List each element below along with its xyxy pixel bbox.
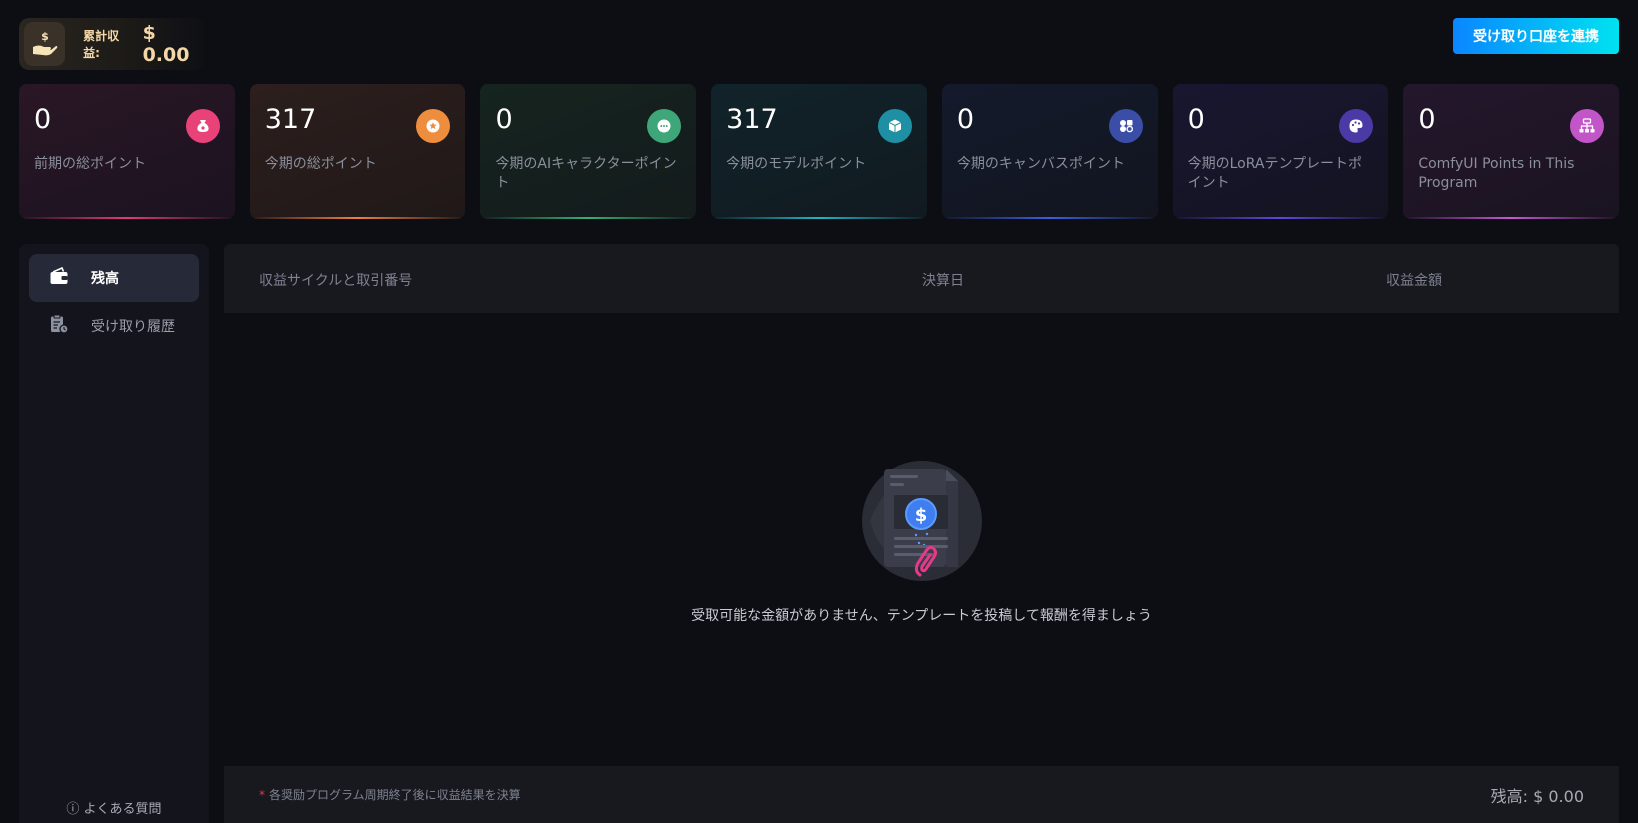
- stat-label: ComfyUI Points in This Program: [1418, 156, 1575, 191]
- stats-row: 0 前期の総ポイント 317 今期の総ポイント 0 今期のAIキャラクターポイン…: [19, 84, 1620, 219]
- column-header-settlement-date: 決算日: [922, 273, 964, 289]
- sidebar-item-balance[interactable]: 残高: [29, 254, 199, 302]
- column-header-amount: 収益金額: [1386, 273, 1442, 289]
- svg-text:$: $: [914, 505, 927, 526]
- top-bar: $ 累計収益: $ 0.00 受け取り口座を連携: [19, 18, 1619, 70]
- stat-card-previous-total: 0 前期の総ポイント: [19, 84, 235, 219]
- stat-card-comfyui: 0 ComfyUI Points in This Program: [1403, 84, 1620, 219]
- settlement-note-text: 各奨励プログラム周期終了後に収益結果を決算: [269, 788, 521, 802]
- earnings-value: $ 0.00: [142, 22, 190, 66]
- star-badge-icon: [416, 109, 451, 143]
- required-star: *: [259, 788, 265, 802]
- palette-icon: [1339, 109, 1374, 143]
- stat-label: 今期のモデルポイント: [726, 156, 867, 172]
- hierarchy-icon: [1570, 109, 1605, 143]
- column-header-cycle: 収益サイクルと取引番号: [259, 273, 413, 289]
- stat-card-lora-template: 0 今期のLoRAテンプレートポイント: [1172, 84, 1389, 219]
- stat-label: 今期のLoRAテンプレートポイント: [1187, 156, 1363, 191]
- stat-label: 今期のキャンバスポイント: [956, 156, 1125, 172]
- empty-state: $ 受取可能な金額がありません、テンプレートを投稿して報酬を得ましょう: [224, 459, 1619, 625]
- total-earnings-pill: $ 累計収益: $ 0.00: [19, 18, 205, 70]
- shapes-icon: [1108, 109, 1143, 143]
- stat-card-canvas: 0 今期のキャンバスポイント: [941, 84, 1158, 219]
- balance-value: 残高: $ 0.00: [1490, 786, 1584, 806]
- sidebar: 残高 受け取り履歴 ⓘ よくある質問: [19, 244, 209, 823]
- table-footer: * 各奨励プログラム周期終了後に収益結果を決算 残高: $ 0.00: [224, 766, 1619, 823]
- history-clipboard-icon: [49, 314, 69, 338]
- money-bag-icon: [185, 109, 220, 143]
- link-account-button[interactable]: 受け取り口座を連携: [1453, 18, 1619, 54]
- sidebar-item-history[interactable]: 受け取り履歴: [29, 302, 199, 350]
- stat-label: 今期の総ポイント: [264, 156, 377, 172]
- empty-message: 受取可能な金額がありません、テンプレートを投稿して報酬を得ましょう: [691, 608, 1152, 624]
- sidebar-item-label: 残高: [91, 271, 119, 287]
- wallet-icon: [49, 266, 69, 289]
- settlement-note: * 各奨励プログラム周期終了後に収益結果を決算: [259, 786, 521, 803]
- main-panel: 収益サイクルと取引番号 決算日 収益金額 $ 受取可能な金額がありません、テンプ…: [224, 244, 1619, 823]
- table-header: 収益サイクルと取引番号 決算日 収益金額: [224, 244, 1619, 313]
- stat-card-model: 317 今期のモデルポイント: [711, 84, 927, 219]
- chat-bubble-icon: [647, 109, 682, 143]
- stat-card-ai-character: 0 今期のAIキャラクターポイント: [480, 84, 697, 219]
- stat-card-current-total: 317 今期の総ポイント: [249, 84, 466, 219]
- svg-text:$: $: [41, 30, 49, 43]
- faq-link[interactable]: ⓘ よくある質問: [19, 798, 209, 817]
- sidebar-item-label: 受け取り履歴: [91, 319, 175, 335]
- hand-dollar-icon: $: [24, 22, 66, 66]
- cube-icon: [877, 109, 912, 143]
- stat-label: 今期のAIキャラクターポイント: [495, 156, 677, 191]
- document-dollar-icon: $: [860, 459, 984, 587]
- earnings-label: 累計収益:: [83, 29, 120, 60]
- stat-label: 前期の総ポイント: [34, 156, 146, 172]
